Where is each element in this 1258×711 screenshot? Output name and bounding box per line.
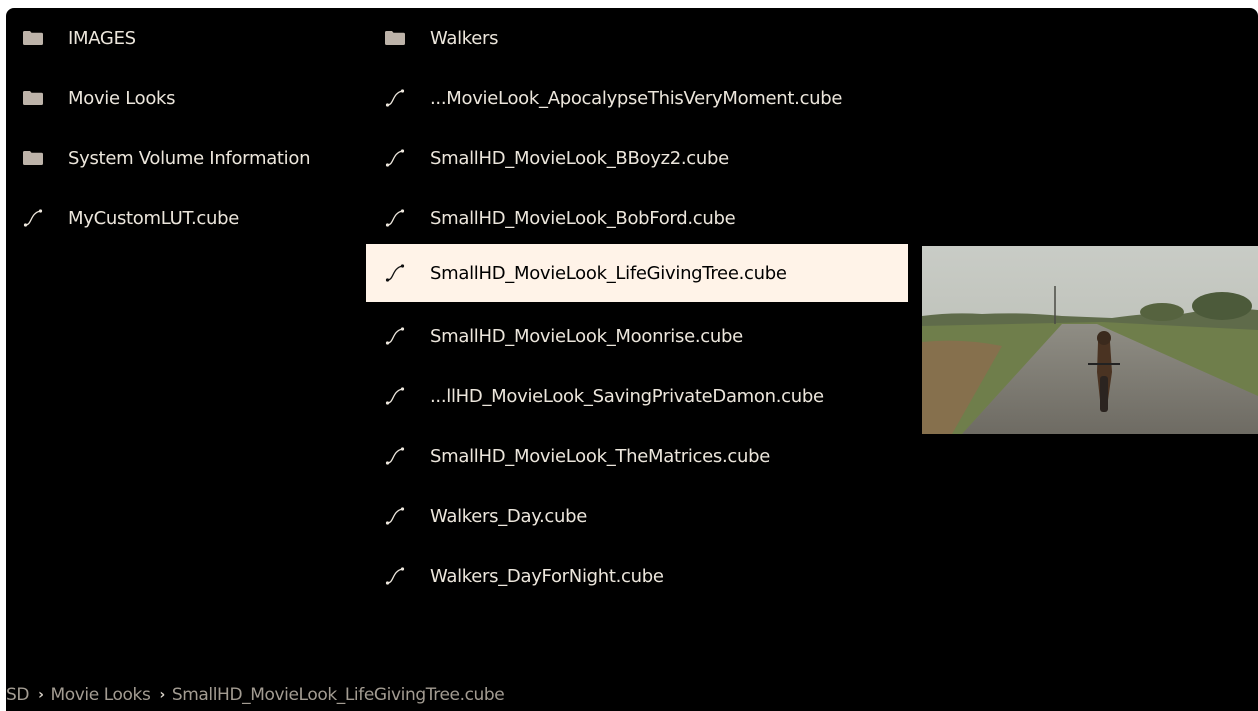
list-item-label: Walkers_Day.cube: [430, 505, 588, 527]
folder-icon: [22, 29, 44, 47]
list-item-label: Movie Looks: [68, 87, 176, 109]
list-item-system-volume-folder[interactable]: System Volume Information: [6, 128, 362, 188]
list-item-label: Walkers_DayForNight.cube: [430, 565, 664, 587]
list-item-label: SmallHD_MovieLook_Moonrise.cube: [430, 325, 743, 347]
chevron-right-icon: ›: [38, 687, 44, 703]
list-item-label: MyCustomLUT.cube: [68, 207, 240, 229]
list-item-images-folder[interactable]: IMAGES: [6, 8, 362, 68]
list-item-label: SmallHD_MovieLook_BBoyz2.cube: [430, 147, 729, 169]
lut-preview-thumbnail: [922, 246, 1258, 434]
list-item-label: SmallHD_MovieLook_LifeGivingTree.cube: [430, 262, 787, 284]
list-item-movie-looks-folder[interactable]: Movie Looks: [6, 68, 362, 128]
lut-curve-icon: [384, 209, 406, 227]
list-item-label: Walkers: [430, 27, 499, 49]
list-item-walkers-folder[interactable]: Walkers: [366, 8, 908, 68]
breadcrumb-folder[interactable]: Movie Looks: [50, 685, 150, 705]
folder-icon: [22, 89, 44, 107]
chevron-right-icon: ›: [159, 687, 165, 703]
lut-curve-icon: [22, 209, 44, 227]
list-item-lut-file[interactable]: Walkers_DayForNight.cube: [366, 546, 908, 606]
lut-curve-icon: [384, 327, 406, 345]
lut-curve-icon: [384, 264, 406, 282]
list-item-lut-file[interactable]: SmallHD_MovieLook_BobFord.cube: [366, 188, 908, 248]
lut-curve-icon: [384, 447, 406, 465]
list-item-lut-file[interactable]: SmallHD_MovieLook_BBoyz2.cube: [366, 128, 908, 188]
file-browser-screen: IMAGES Movie Looks System Volume Informa…: [6, 8, 1258, 711]
list-item-label: ...llHD_MovieLook_SavingPrivateDamon.cub…: [430, 385, 824, 407]
breadcrumb: SD › Movie Looks › SmallHD_MovieLook_Lif…: [6, 679, 505, 711]
list-item-lut-file[interactable]: ...llHD_MovieLook_SavingPrivateDamon.cub…: [366, 366, 908, 426]
folder-icon: [22, 149, 44, 167]
list-item-lut-file-selected[interactable]: SmallHD_MovieLook_LifeGivingTree.cube: [366, 244, 908, 302]
lut-curve-icon: [384, 89, 406, 107]
list-item-label: IMAGES: [68, 27, 136, 49]
list-item-label: SmallHD_MovieLook_TheMatrices.cube: [430, 445, 770, 467]
lut-curve-icon: [384, 149, 406, 167]
lut-curve-icon: [384, 507, 406, 525]
list-item-lut-file[interactable]: ...MovieLook_ApocalypseThisVeryMoment.cu…: [366, 68, 908, 128]
folder-icon: [384, 29, 406, 47]
list-item-label: ...MovieLook_ApocalypseThisVeryMoment.cu…: [430, 87, 843, 109]
lut-curve-icon: [384, 387, 406, 405]
list-item-label: SmallHD_MovieLook_BobFord.cube: [430, 207, 736, 229]
lut-curve-icon: [384, 567, 406, 585]
list-item-label: System Volume Information: [68, 147, 311, 169]
list-item-mycustomlut-file[interactable]: MyCustomLUT.cube: [6, 188, 362, 248]
breadcrumb-current-file: SmallHD_MovieLook_LifeGivingTree.cube: [171, 685, 505, 705]
breadcrumb-root[interactable]: SD: [6, 685, 29, 705]
list-item-lut-file[interactable]: SmallHD_MovieLook_TheMatrices.cube: [366, 426, 908, 486]
list-item-lut-file[interactable]: Walkers_Day.cube: [366, 486, 908, 546]
list-item-lut-file[interactable]: SmallHD_MovieLook_Moonrise.cube: [366, 306, 908, 366]
